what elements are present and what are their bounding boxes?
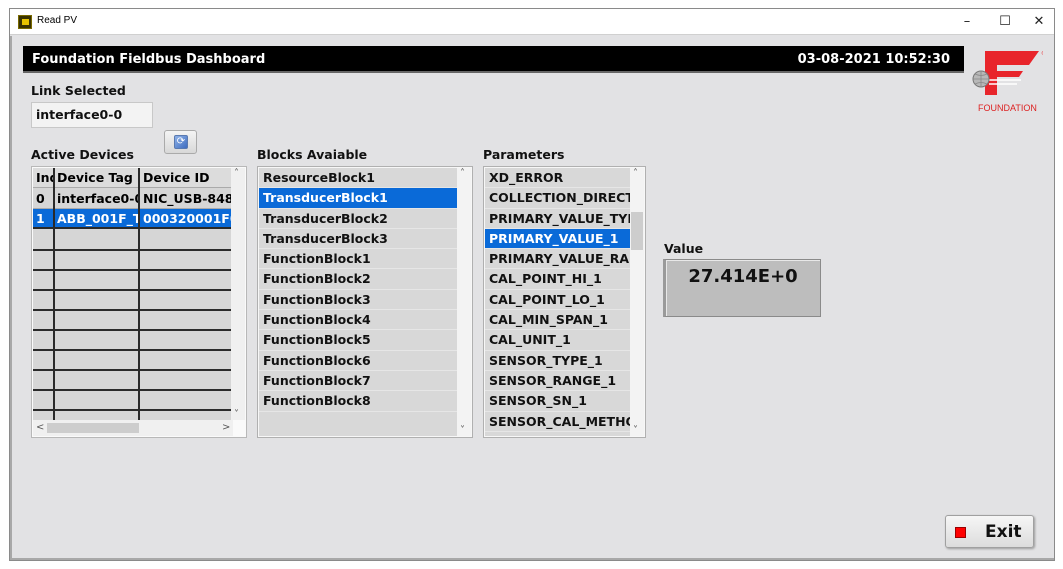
- block-list-item[interactable]: FunctionBlock1: [259, 249, 458, 270]
- table-row-empty[interactable]: [33, 371, 233, 391]
- table-horizontal-scrollbar[interactable]: < >: [33, 420, 233, 436]
- table-row[interactable]: 0 interface0-0 NIC_USB-8486: [33, 189, 233, 209]
- table-row-empty[interactable]: [33, 231, 233, 251]
- app-window: Read PV – ☐ ✕ Foundation Fieldbus Dashbo…: [9, 8, 1055, 561]
- scroll-up-arrow[interactable]: ˄: [234, 168, 239, 179]
- parameter-list-item-selected[interactable]: PRIMARY_VALUE_1: [485, 228, 631, 250]
- parameter-list-item[interactable]: SENSOR_CAL_METHOD: [485, 412, 631, 432]
- refresh-icon: ⟳: [174, 135, 188, 149]
- block-list-item[interactable]: TransducerBlock3: [259, 229, 458, 250]
- cell-index: 0: [36, 191, 45, 206]
- title-bar: Read PV – ☐ ✕: [10, 9, 1054, 35]
- column-header-device-id[interactable]: Device ID: [140, 168, 233, 188]
- table-grid: Ind Device Tag Device ID 0 interface0-0 …: [33, 168, 233, 420]
- exit-button[interactable]: Exit: [945, 515, 1034, 548]
- table-header-row: Ind Device Tag Device ID: [33, 168, 233, 188]
- block-list-item[interactable]: FunctionBlock2: [259, 269, 458, 290]
- table-row-empty[interactable]: [33, 311, 233, 331]
- link-selected-field[interactable]: interface0-0: [31, 102, 153, 128]
- block-list-item[interactable]: FunctionBlock6: [259, 351, 458, 371]
- scroll-down-arrow[interactable]: ˅: [234, 409, 239, 420]
- cell-index: 1: [36, 211, 45, 226]
- parameter-list-item[interactable]: CAL_MIN_SPAN_1: [485, 310, 631, 331]
- window-title: Read PV: [37, 15, 78, 26]
- block-list-item[interactable]: FunctionBlock5: [259, 330, 458, 351]
- parameter-list-item[interactable]: SENSOR_TYPE_1: [485, 351, 631, 371]
- scroll-up-arrow[interactable]: ˄: [633, 168, 638, 179]
- cell-device-id: NIC_USB-8486: [143, 191, 233, 206]
- table-row-selected[interactable]: 1 ABB_001F_TT 000320001F00: [33, 209, 233, 229]
- block-list-item-selected[interactable]: TransducerBlock1: [259, 188, 458, 209]
- cell-device-id: 000320001F00: [143, 211, 233, 226]
- scroll-right-arrow[interactable]: >: [222, 422, 230, 433]
- parameter-list-item[interactable]: SENSOR_SN_1: [485, 391, 631, 412]
- active-devices-label: Active Devices: [31, 147, 134, 162]
- parameter-list-item[interactable]: CAL_POINT_LO_1: [485, 290, 631, 311]
- parameter-list-item[interactable]: SENSOR_CAL_LOC_1: [485, 432, 631, 436]
- block-list-item[interactable]: ResourceBlock1: [259, 168, 458, 189]
- parameters-label: Parameters: [483, 147, 565, 162]
- block-list-item[interactable]: TransducerBlock2: [259, 209, 458, 229]
- active-devices-table[interactable]: Ind Device Tag Device ID 0 interface0-0 …: [31, 166, 247, 438]
- scroll-down-arrow[interactable]: ˅: [460, 425, 465, 436]
- parameter-list-item[interactable]: CAL_POINT_HI_1: [485, 269, 631, 290]
- block-list-item[interactable]: FunctionBlock8: [259, 391, 458, 412]
- stop-indicator-icon: [955, 527, 966, 538]
- table-row-empty[interactable]: [33, 251, 233, 271]
- table-vertical-scrollbar[interactable]: ˄ ˅: [231, 168, 245, 420]
- parameters-list: XD_ERRORCOLLECTION_DIRECTORYPRIMARY_VALU…: [485, 168, 631, 436]
- table-row-empty[interactable]: [33, 271, 233, 291]
- svg-text:®: ®: [1041, 50, 1043, 57]
- block-list-item[interactable]: FunctionBlock4: [259, 310, 458, 331]
- blocks-listbox[interactable]: ResourceBlock1 TransducerBlock1 Transducer…: [257, 166, 473, 438]
- column-divider: [53, 168, 55, 420]
- block-list-item[interactable]: FunctionBlock7: [259, 371, 458, 392]
- logo-f-shape: [985, 51, 1039, 95]
- column-divider: [138, 168, 140, 420]
- parameter-list-item[interactable]: CAL_UNIT_1: [485, 330, 631, 351]
- scroll-up-arrow[interactable]: ˄: [460, 168, 465, 179]
- datetime-display: 03-08-2021 10:52:30: [797, 52, 950, 67]
- minimize-button[interactable]: –: [948, 9, 986, 35]
- parameter-list-item[interactable]: PRIMARY_VALUE_RANGE: [485, 249, 631, 270]
- parameters-vertical-scrollbar[interactable]: ˄ ˅: [630, 168, 644, 436]
- link-selected-label: Link Selected: [31, 83, 126, 98]
- parameter-list-item[interactable]: COLLECTION_DIRECTORY: [485, 188, 631, 209]
- table-row-empty[interactable]: [33, 351, 233, 371]
- parameters-listbox[interactable]: XD_ERRORCOLLECTION_DIRECTORYPRIMARY_VALU…: [483, 166, 646, 438]
- refresh-button[interactable]: ⟳: [164, 130, 197, 154]
- table-row-empty[interactable]: [33, 291, 233, 311]
- blocks-available-label: Blocks Avaiable: [257, 147, 368, 162]
- table-row-empty[interactable]: [33, 331, 233, 351]
- dashboard-header: Foundation Fieldbus Dashboard 03-08-2021…: [23, 46, 964, 73]
- cell-device-tag: ABB_001F_TT: [57, 211, 138, 226]
- blocks-list: ResourceBlock1 TransducerBlock1 Transducer…: [259, 168, 458, 436]
- block-list-item[interactable]: FunctionBlock3: [259, 290, 458, 311]
- close-button[interactable]: ✕: [1020, 9, 1058, 35]
- maximize-button[interactable]: ☐: [986, 9, 1024, 35]
- column-header-device-tag[interactable]: Device Tag: [54, 168, 138, 188]
- column-header-index[interactable]: Ind: [33, 168, 53, 188]
- vertical-scroll-thumb[interactable]: [631, 212, 643, 250]
- exit-label: Exit: [985, 522, 1022, 542]
- dashboard-title: Foundation Fieldbus Dashboard: [32, 52, 266, 67]
- scroll-left-arrow[interactable]: <: [36, 422, 44, 433]
- blocks-vertical-scrollbar[interactable]: ˄ ˅: [457, 168, 471, 436]
- horizontal-scroll-thumb[interactable]: [47, 423, 139, 433]
- labview-app-icon: [18, 15, 32, 29]
- value-reading: 27.414E+0: [688, 266, 798, 287]
- cell-device-tag: interface0-0: [57, 191, 138, 206]
- parameter-list-item[interactable]: XD_ERROR: [485, 168, 631, 189]
- parameter-list-item[interactable]: SENSOR_RANGE_1: [485, 371, 631, 392]
- front-panel: Foundation Fieldbus Dashboard 03-08-2021…: [10, 36, 1054, 560]
- value-indicator: 27.414E+0: [663, 259, 821, 317]
- logo-text: FOUNDATION: [978, 103, 1037, 113]
- table-row-empty[interactable]: [33, 391, 233, 411]
- value-label: Value: [664, 241, 704, 256]
- parameter-list-item[interactable]: PRIMARY_VALUE_TYPE: [485, 209, 631, 229]
- scroll-down-arrow[interactable]: ˅: [633, 425, 638, 436]
